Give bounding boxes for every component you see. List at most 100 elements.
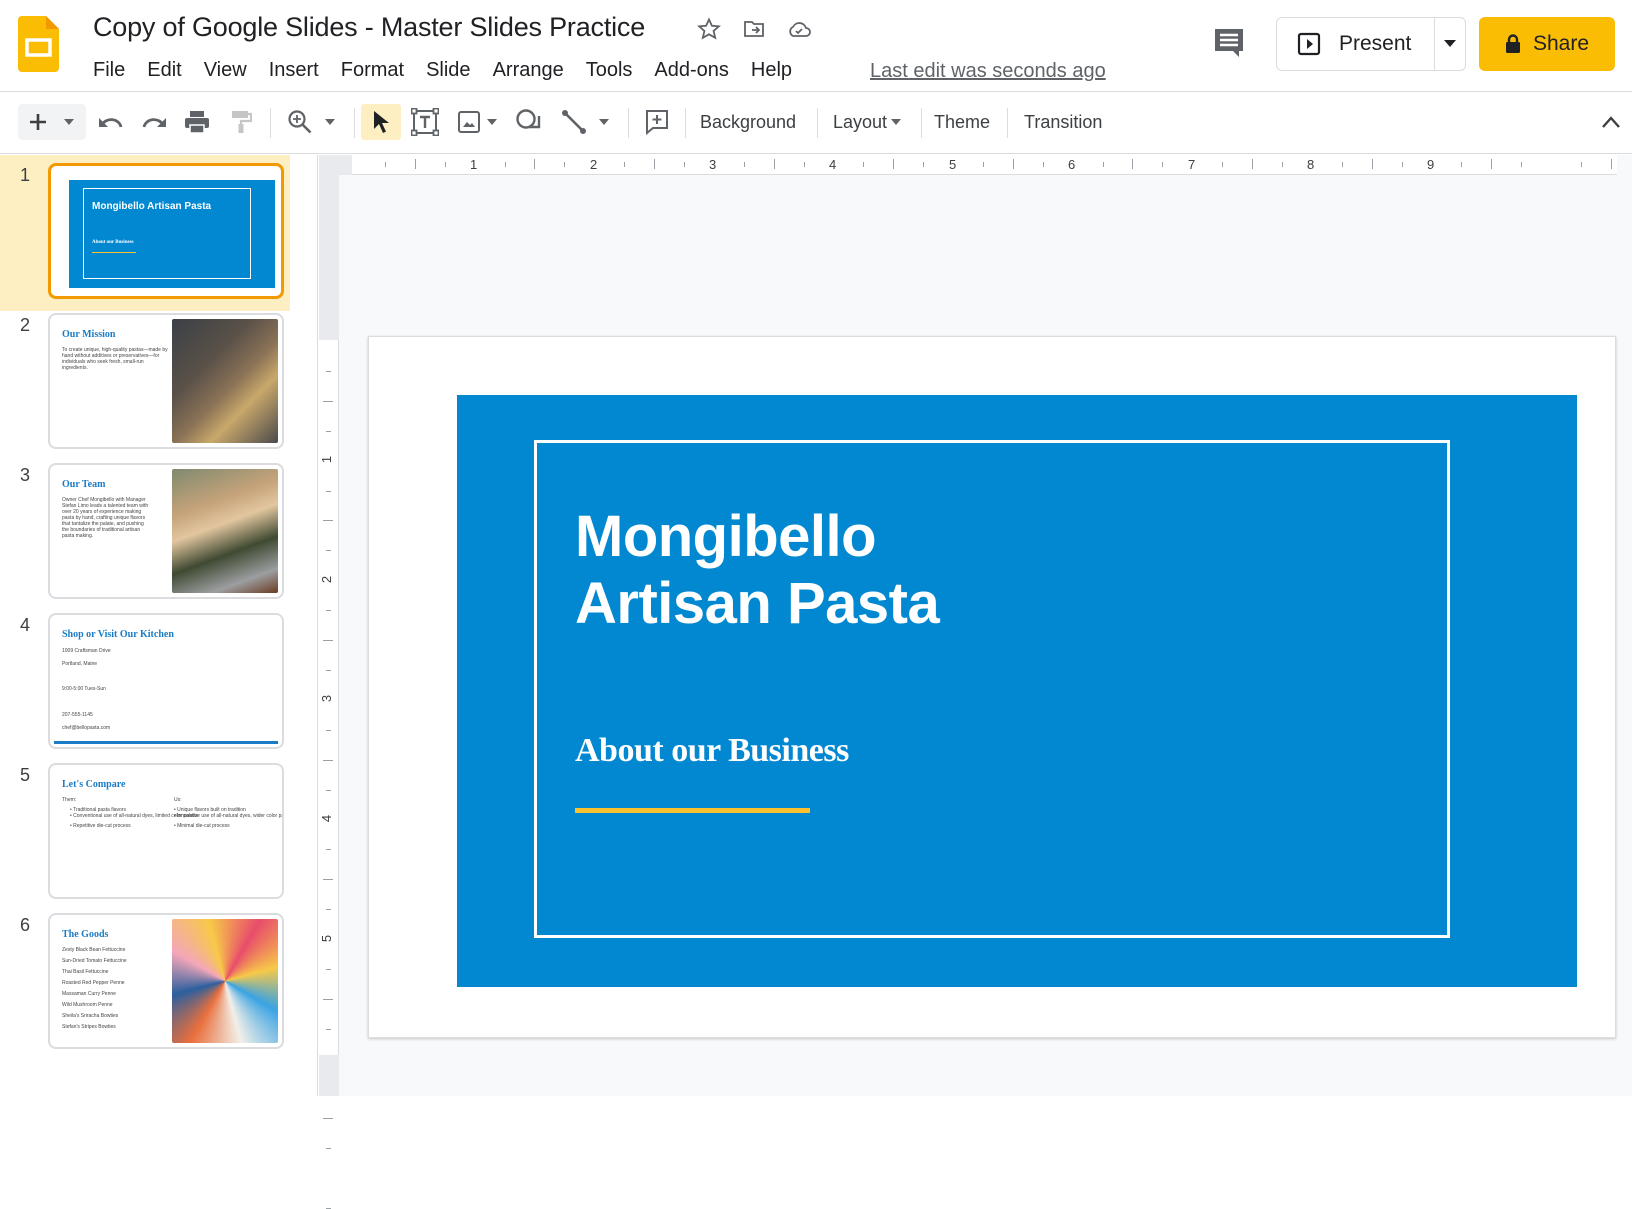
ruler-tick xyxy=(982,162,984,167)
ruler-tick xyxy=(444,162,446,167)
thumb-text: Sun-Dried Tomato Fettuccine xyxy=(62,958,127,964)
toolbar: Background Layout Theme Transition xyxy=(0,92,1632,154)
chevron-down-icon xyxy=(891,119,902,125)
ruler-label: 6 xyxy=(1068,157,1076,172)
slide-thumbnail[interactable]: The Goods Zesty Black Bean Fettuccine Su… xyxy=(48,913,284,1049)
filmstrip-slide-6[interactable]: 6 The Goods Zesty Black Bean Fettuccine … xyxy=(0,905,290,1061)
menu-file[interactable]: File xyxy=(82,56,136,84)
shape-tool[interactable] xyxy=(512,104,546,140)
ruler-tick xyxy=(1610,159,1612,169)
ruler-label: 9 xyxy=(1427,157,1435,172)
layout-button[interactable]: Layout xyxy=(825,104,910,140)
slide-title[interactable]: Mongibello Artisan Pasta xyxy=(575,503,940,637)
thumb-bullet: • Minimal die-cut process xyxy=(174,823,230,829)
share-button[interactable]: Share xyxy=(1479,17,1615,71)
new-slide-button[interactable] xyxy=(18,104,86,140)
menu-slide[interactable]: Slide xyxy=(415,56,481,84)
present-options-dropdown[interactable] xyxy=(1435,18,1465,70)
zoom-button[interactable] xyxy=(282,104,342,140)
share-label: Share xyxy=(1532,32,1590,55)
add-comment-button[interactable] xyxy=(640,104,674,140)
theme-button[interactable]: Theme xyxy=(926,104,998,140)
ruler-tick xyxy=(326,610,331,612)
filmstrip-slide-2[interactable]: 2 Our Mission To create unique, high-qua… xyxy=(0,305,290,461)
ruler-tick xyxy=(1371,159,1373,169)
ruler-tick xyxy=(683,162,685,167)
transition-button[interactable]: Transition xyxy=(1016,104,1110,140)
ruler-label: 8 xyxy=(1307,157,1315,172)
slide-thumbnail[interactable]: Let's Compare Them: • Traditional pasta … xyxy=(48,763,284,899)
thumb-text: pasta making. xyxy=(62,533,94,539)
slide-thumbnail[interactable]: Shop or Visit Our Kitchen 1009 Craftsman… xyxy=(48,613,284,749)
menu-view[interactable]: View xyxy=(193,56,258,84)
menu-addons[interactable]: Add-ons xyxy=(643,56,740,84)
toolbar-divider xyxy=(628,108,629,138)
ruler-tick xyxy=(564,162,566,167)
ruler-tick xyxy=(1521,162,1523,167)
chevron-down-icon xyxy=(325,119,335,125)
slide-accent-line[interactable] xyxy=(575,808,810,813)
insert-image-button[interactable] xyxy=(452,104,504,140)
menu-tools[interactable]: Tools xyxy=(575,56,644,84)
ruler-tick xyxy=(326,490,331,492)
slide-thumbnail[interactable]: Mongibello Artisan Pasta About our Busin… xyxy=(48,163,284,299)
thumb-text: Portland, Maine xyxy=(62,661,98,667)
select-tool[interactable] xyxy=(361,104,401,140)
filmstrip-slide-3[interactable]: 3 Our Team Owner Chef Mongibello with Ma… xyxy=(0,455,290,611)
menu-arrange[interactable]: Arrange xyxy=(482,56,575,84)
thumb-title: Let's Compare xyxy=(62,779,126,790)
slide-subtitle[interactable]: About our Business xyxy=(575,732,849,770)
slide-number: 2 xyxy=(20,315,31,335)
text-box-tool[interactable] xyxy=(408,104,442,140)
current-slide[interactable]: Mongibello Artisan Pasta About our Busin… xyxy=(368,336,1616,1038)
toolbar-divider xyxy=(685,108,686,138)
redo-icon[interactable] xyxy=(137,104,171,140)
filmstrip-slide-1[interactable]: 1 Mongibello Artisan Pasta About our Bus… xyxy=(0,155,290,311)
menu-insert[interactable]: Insert xyxy=(258,56,330,84)
ruler-tick xyxy=(323,520,333,522)
thumb-text: Roasted Red Pepper Penne xyxy=(62,980,125,986)
thumb-text: ingredients. xyxy=(62,365,88,371)
horizontal-ruler[interactable]: 1 2 3 4 5 6 7 8 9 xyxy=(352,155,1617,175)
ruler-tick xyxy=(504,162,506,167)
slide-thumbnail[interactable]: Our Team Owner Chef Mongibello with Mana… xyxy=(48,463,284,599)
ruler-tick xyxy=(1461,162,1463,167)
ruler-label: 2 xyxy=(590,157,598,172)
ruler-tick xyxy=(773,159,775,169)
slides-logo-icon[interactable] xyxy=(18,16,59,72)
slide-thumbnail[interactable]: Our Mission To create unique, high-quali… xyxy=(48,313,284,449)
move-to-folder-icon[interactable] xyxy=(741,16,767,42)
toolbar-divider xyxy=(1007,108,1008,138)
filmstrip: 1 Mongibello Artisan Pasta About our Bus… xyxy=(0,155,318,1096)
menu-help[interactable]: Help xyxy=(740,56,803,84)
print-icon[interactable] xyxy=(180,104,214,140)
menu-edit[interactable]: Edit xyxy=(136,56,192,84)
ruler-tick xyxy=(1132,159,1134,169)
background-button[interactable]: Background xyxy=(692,104,804,140)
filmstrip-slide-5[interactable]: 5 Let's Compare Them: • Traditional past… xyxy=(0,755,290,911)
ruler-tick xyxy=(743,162,745,167)
undo-icon[interactable] xyxy=(94,104,128,140)
collapse-toolbar-button[interactable] xyxy=(1596,104,1626,140)
document-title[interactable]: Copy of Google Slides - Master Slides Pr… xyxy=(93,12,645,43)
comments-icon[interactable] xyxy=(1212,26,1246,60)
cloud-saved-icon[interactable] xyxy=(786,16,812,42)
paint-format-icon[interactable] xyxy=(224,104,258,140)
chevron-down-icon xyxy=(599,119,609,125)
line-tool[interactable] xyxy=(556,104,616,140)
present-button-group: Present xyxy=(1276,17,1466,71)
present-button[interactable]: Present xyxy=(1277,18,1435,70)
ruler-tick xyxy=(323,759,333,761)
menu-format[interactable]: Format xyxy=(330,56,415,84)
thumb-text: Sheila's Sriracha Bowties xyxy=(62,1013,119,1019)
ruler-tick xyxy=(1401,162,1403,167)
last-edit-link[interactable]: Last edit was seconds ago xyxy=(870,57,1106,85)
ruler-tick xyxy=(326,849,331,851)
star-icon[interactable] xyxy=(696,16,722,42)
filmstrip-slide-4[interactable]: 4 Shop or Visit Our Kitchen 1009 Craftsm… xyxy=(0,605,290,761)
ruler-tick xyxy=(923,162,925,167)
ruler-tick xyxy=(384,162,386,167)
slide-number: 1 xyxy=(20,165,31,185)
ruler-tick xyxy=(1252,159,1253,169)
image-icon xyxy=(458,111,480,133)
